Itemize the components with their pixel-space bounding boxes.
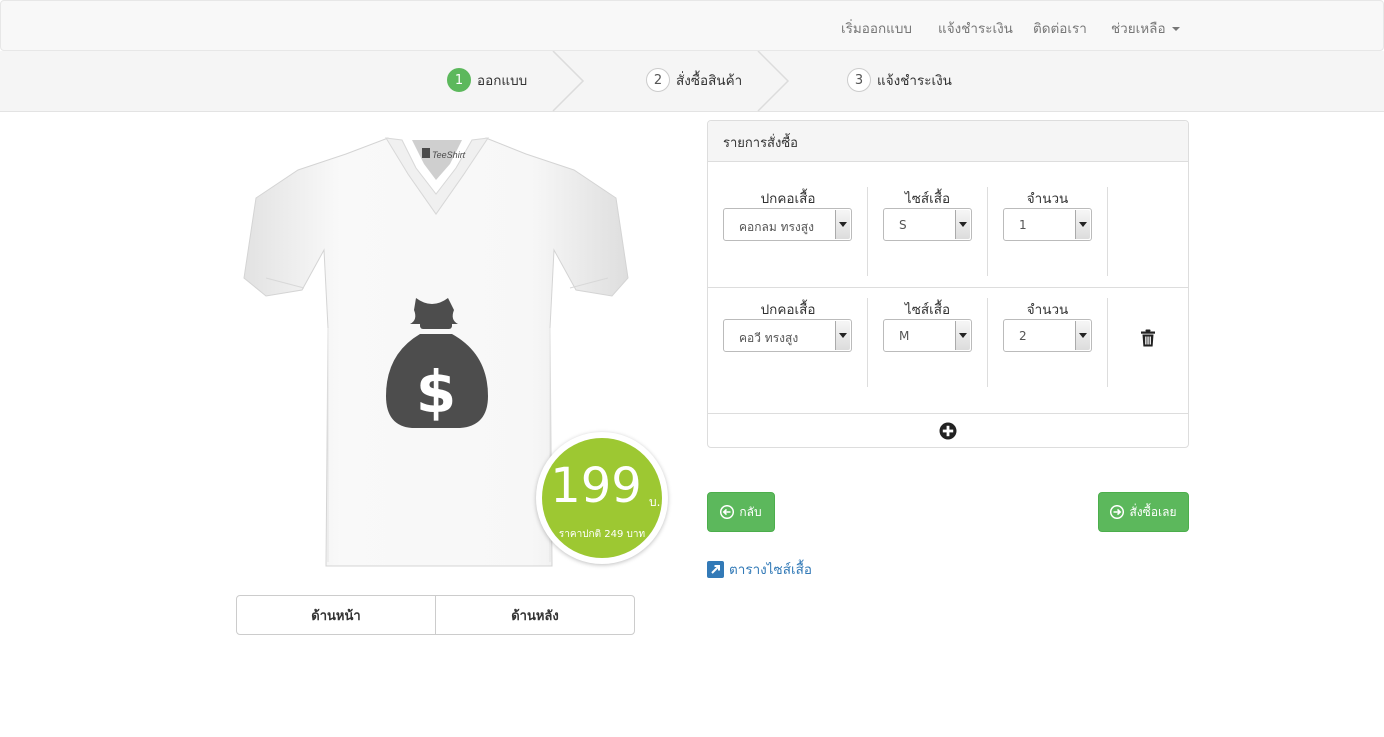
- collar-label: ปกคอเสื้อ: [760, 191, 816, 207]
- top-navbar: เริ่มออกแบบ แจ้งชำระเงิน ติดต่อเรา ช่วยเ…: [0, 0, 1384, 51]
- dropdown-arrow-icon: [1075, 321, 1090, 350]
- collar-select-value: คอกลม ทรงสูง: [739, 220, 814, 234]
- column-divider: [1107, 298, 1108, 387]
- order-panel: รายการสั่งซื้อ ปกคอเสื้อ คอกลม ทรงสูง ไซ…: [707, 120, 1189, 448]
- back-button-label: กลับ: [739, 504, 762, 519]
- size-label: ไซส์เสื้อ: [904, 302, 951, 318]
- step-design[interactable]: 1 ออกแบบ: [447, 68, 527, 92]
- size-label: ไซส์เสื้อ: [904, 191, 951, 207]
- quantity-select-value: 2: [1019, 329, 1027, 343]
- column-divider: [867, 187, 868, 276]
- step-label: ออกแบบ: [477, 73, 528, 89]
- size-chart-link[interactable]: ตารางไซส์เสื้อ: [707, 558, 812, 580]
- size-select-value: S: [899, 218, 907, 232]
- front-view-button[interactable]: ด้านหน้า: [236, 595, 436, 635]
- price-amount: 199: [550, 458, 642, 514]
- checkout-steps: 1 ออกแบบ 2 สั่งซื้อสินค้า 3 แจ้งชำระเงิน: [0, 51, 1384, 112]
- column-divider: [1107, 187, 1108, 276]
- order-row: ปกคอเสื้อ คอวี ทรงสูง ไซส์เสื้อ M จำนวน …: [708, 288, 1188, 414]
- arrow-right-circle-icon: [1110, 505, 1125, 519]
- dropdown-arrow-icon: [1075, 210, 1090, 239]
- order-now-button[interactable]: สั่งซื้อเลย: [1098, 492, 1189, 532]
- nav-payment-notify[interactable]: แจ้งชำระเงิน: [938, 17, 1013, 39]
- step-payment[interactable]: 3 แจ้งชำระเงิน: [847, 68, 952, 92]
- nav-start-design[interactable]: เริ่มออกแบบ: [841, 17, 912, 39]
- caret-down-icon: [1171, 27, 1180, 31]
- brand-tag-label: TeeShirt: [432, 150, 466, 160]
- collar-label: ปกคอเสื้อ: [760, 302, 816, 318]
- column-divider: [987, 187, 988, 276]
- back-view-button[interactable]: ด้านหลัง: [435, 595, 635, 635]
- step-order[interactable]: 2 สั่งซื้อสินค้า: [646, 68, 742, 92]
- price-badge: 199 บ. ราคาปกติ 249 บาท: [536, 432, 668, 564]
- step-number-badge: 2: [646, 68, 670, 92]
- order-panel-heading: รายการสั่งซื้อ: [708, 121, 1188, 162]
- quantity-select-value: 1: [1019, 218, 1027, 232]
- add-row-area: [708, 415, 1188, 448]
- size-select-value: M: [899, 329, 910, 343]
- size-chart-label: ตารางไซส์เสื้อ: [729, 562, 812, 578]
- step-label: แจ้งชำระเงิน: [877, 73, 952, 89]
- quantity-select[interactable]: 1: [1003, 208, 1092, 241]
- order-row: ปกคอเสื้อ คอกลม ทรงสูง ไซส์เสื้อ S จำนวน…: [708, 162, 1188, 288]
- size-select[interactable]: M: [883, 319, 972, 352]
- trash-icon[interactable]: [1140, 329, 1156, 347]
- collar-select[interactable]: คอวี ทรงสูง: [723, 319, 852, 352]
- arrow-left-circle-icon: [720, 505, 735, 519]
- dropdown-arrow-icon: [835, 210, 850, 239]
- collar-select-value: คอวี ทรงสูง: [739, 331, 799, 345]
- collar-select[interactable]: คอกลม ทรงสูง: [723, 208, 852, 241]
- quantity-label: จำนวน: [1026, 302, 1069, 318]
- external-link-icon: [707, 560, 724, 578]
- dropdown-arrow-icon: [835, 321, 850, 350]
- nav-help-dropdown[interactable]: ช่วยเหลือ: [1111, 17, 1180, 39]
- quantity-select[interactable]: 2: [1003, 319, 1092, 352]
- column-divider: [867, 298, 868, 387]
- nav-help-label: ช่วยเหลือ: [1111, 21, 1166, 37]
- step-number-badge: 1: [447, 68, 471, 92]
- quantity-label: จำนวน: [1026, 191, 1069, 207]
- nav-contact[interactable]: ติดต่อเรา: [1033, 17, 1087, 39]
- dropdown-arrow-icon: [955, 321, 970, 350]
- back-button[interactable]: กลับ: [707, 492, 775, 532]
- size-select[interactable]: S: [883, 208, 972, 241]
- regular-price-note: ราคาปกติ 249 บาท: [558, 529, 646, 540]
- column-divider: [987, 298, 988, 387]
- price-circle: 199 บ. ราคาปกติ 249 บาท: [542, 438, 662, 558]
- brand-tag-icon: [422, 148, 430, 158]
- step-number-badge: 3: [847, 68, 871, 92]
- order-now-button-label: สั่งซื้อเลย: [1129, 504, 1177, 519]
- dropdown-arrow-icon: [955, 210, 970, 239]
- step-separator-chevron-icon: [757, 51, 790, 112]
- plus-circle-icon[interactable]: [939, 422, 957, 440]
- step-label: สั่งซื้อสินค้า: [676, 73, 743, 89]
- price-unit: บ.: [649, 495, 661, 509]
- svg-text:$: $: [416, 358, 456, 426]
- step-separator-chevron-icon: [552, 51, 585, 112]
